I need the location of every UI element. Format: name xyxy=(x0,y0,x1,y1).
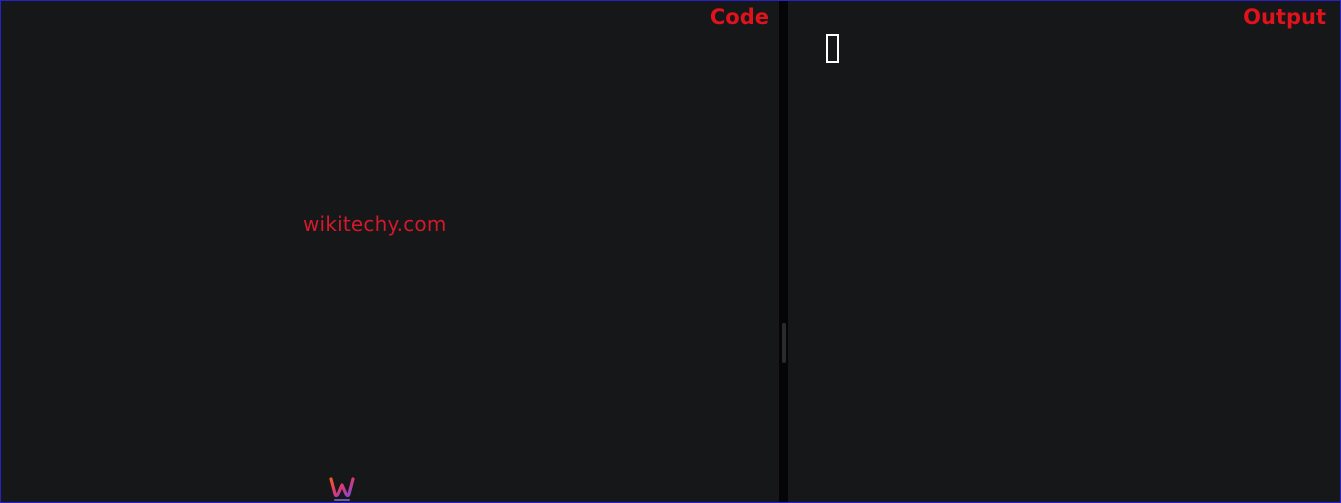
code-pane[interactable]: Code wikitechy.com xyxy=(1,1,779,502)
wikitechy-w-logo-icon xyxy=(329,477,355,501)
divider-drag-handle[interactable] xyxy=(782,323,786,363)
missing-glyph-box-icon xyxy=(826,34,839,63)
editor-frame: Code wikitechy.com Output xyxy=(0,0,1341,503)
pane-divider[interactable] xyxy=(779,1,788,502)
output-pane-label: Output xyxy=(1243,5,1326,29)
watermark-text: wikitechy.com xyxy=(303,212,447,236)
code-pane-label: Code xyxy=(709,5,769,29)
output-pane: Output xyxy=(788,1,1340,502)
